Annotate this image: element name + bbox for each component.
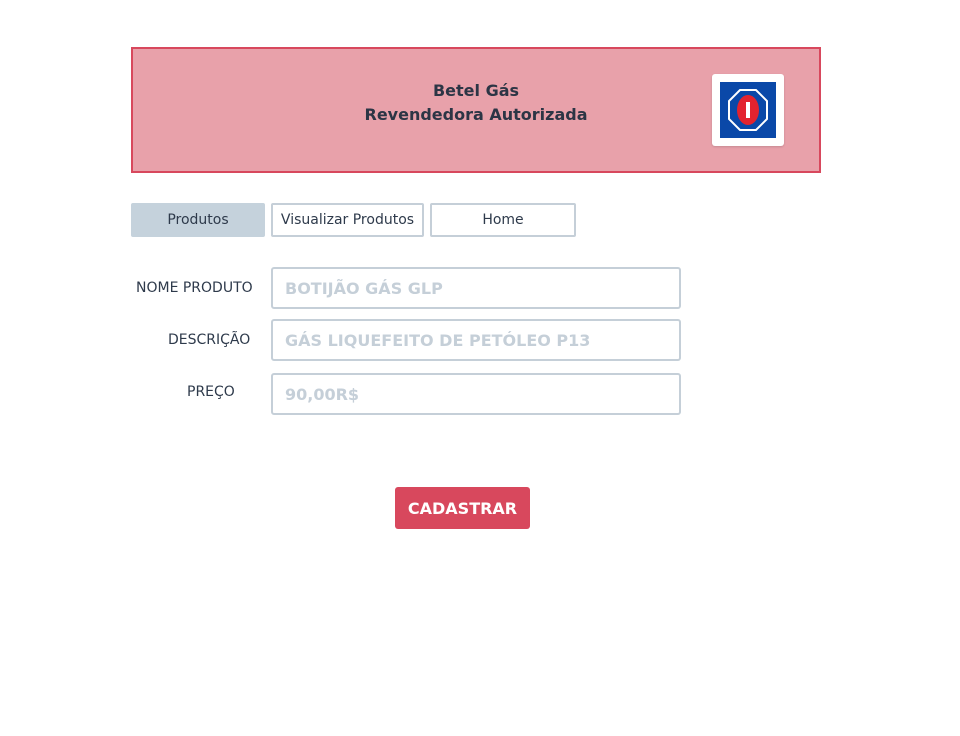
cadastrar-button[interactable]: CADASTRAR (395, 487, 530, 529)
gas-brand-logo-icon (720, 82, 776, 138)
preco-input[interactable] (271, 373, 681, 415)
tab-home[interactable]: Home (430, 203, 576, 237)
nome-produto-label: NOME PRODUTO (136, 280, 253, 296)
header-banner: Betel Gás Revendedora Autorizada (131, 47, 821, 173)
descricao-input[interactable] (271, 319, 681, 361)
tab-produtos[interactable]: Produtos (131, 203, 265, 237)
tab-visualizar-produtos[interactable]: Visualizar Produtos (271, 203, 424, 237)
logo (712, 74, 784, 146)
nome-produto-input[interactable] (271, 267, 681, 309)
preco-label: PREÇO (187, 384, 235, 400)
descricao-label: DESCRIÇÃO (168, 332, 251, 348)
